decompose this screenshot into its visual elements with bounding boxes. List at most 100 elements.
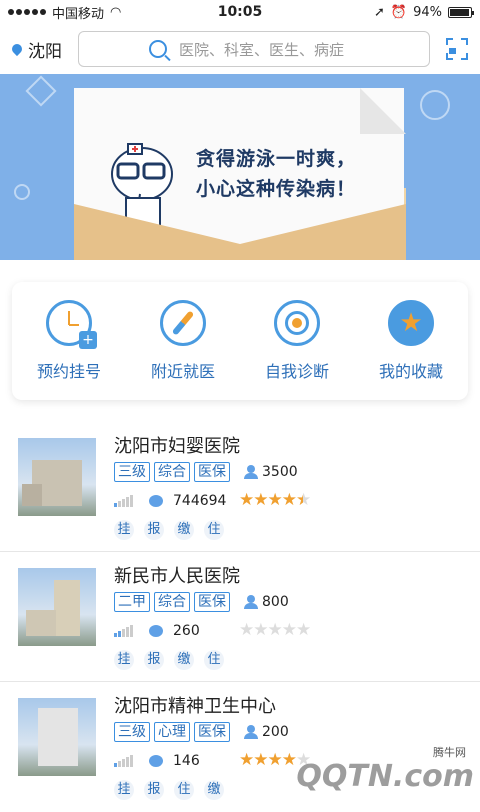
service-badge[interactable]: 挂 <box>114 780 134 800</box>
banner-line-1: 贪得游泳一时爽， <box>196 144 356 174</box>
service-badge[interactable]: 报 <box>144 520 164 540</box>
rating-star-icon: ★ <box>296 492 310 509</box>
rating-star-icon: ★ <box>296 622 310 639</box>
service-badge[interactable]: 住 <box>204 650 224 670</box>
visits-icon <box>149 755 163 767</box>
service-badge[interactable]: 报 <box>144 780 164 800</box>
hospital-tag: 心理 <box>154 722 190 742</box>
quick-item-label: 我的收藏 <box>379 358 443 382</box>
doctor-icon <box>244 595 258 609</box>
battery-percent: 94% <box>413 5 442 20</box>
scan-icon[interactable] <box>446 38 468 60</box>
search-input[interactable]: 医院、科室、医生、病症 <box>78 31 430 67</box>
watermark-sub: 腾牛网 <box>433 744 466 760</box>
visits-icon <box>149 495 163 507</box>
compass-icon <box>160 300 206 346</box>
hospital-tags: 三级 心理 医保 200 <box>114 722 289 742</box>
doctor-count: 3500 <box>244 464 298 480</box>
signal-bars-icon <box>114 755 133 767</box>
city-label: 沈阳 <box>28 37 62 62</box>
signal-bars-icon <box>114 625 133 637</box>
rating-star-icon: ★ <box>239 492 253 509</box>
hospital-stats: 146 ★★★★★ <box>114 752 310 769</box>
hospital-services: 挂 报 缴 住 <box>114 520 224 540</box>
clock-plus-icon: + <box>46 300 92 346</box>
quick-item-appointment[interactable]: + 预约挂号 <box>19 300 119 382</box>
quick-item-label: 附近就医 <box>151 358 215 382</box>
service-badge[interactable]: 缴 <box>174 520 194 540</box>
hospital-name: 沈阳市妇婴医院 <box>114 432 240 458</box>
quick-menu: + 预约挂号 附近就医 自我诊断 ★ 我的收藏 <box>12 282 468 400</box>
hospital-tag: 二甲 <box>114 592 150 612</box>
doctor-count-value: 800 <box>262 594 289 610</box>
doctor-count-value: 3500 <box>262 464 298 480</box>
hospital-tag: 医保 <box>194 722 230 742</box>
hospital-thumbnail <box>18 568 96 646</box>
carrier-label: 中国移动 <box>52 3 104 22</box>
star-icon: ★ <box>388 300 434 346</box>
rating-star-icon: ★ <box>268 752 282 769</box>
search-icon <box>149 40 167 58</box>
rating-star-icon: ★ <box>239 622 253 639</box>
visits-count: 146 <box>173 753 239 769</box>
signal-bars-icon <box>114 495 133 507</box>
rating-star-icon: ★ <box>239 752 253 769</box>
hospital-tag: 医保 <box>194 462 230 482</box>
rating-star-icon: ★ <box>282 752 296 769</box>
rating-star-icon: ★ <box>253 492 267 509</box>
city-selector[interactable]: 沈阳 <box>12 37 78 62</box>
rating-stars: ★★★★★ <box>239 492 310 509</box>
hospital-item[interactable]: 沈阳市妇婴医院 三级 综合 医保 3500 744694 ★★★★★ 挂 报 缴… <box>0 420 480 552</box>
target-icon <box>274 300 320 346</box>
hospital-services: 挂 报 住 缴 <box>114 780 224 800</box>
quick-item-favorites[interactable]: ★ 我的收藏 <box>361 300 461 382</box>
banner-text: 贪得游泳一时爽， 小心这种传染病！ <box>196 144 356 204</box>
rating-stars: ★★★★★ <box>239 622 310 639</box>
quick-item-label: 自我诊断 <box>265 358 329 382</box>
rating-star-icon: ★ <box>253 622 267 639</box>
hospital-tags: 三级 综合 医保 3500 <box>114 462 298 482</box>
search-placeholder: 医院、科室、医生、病症 <box>179 39 344 60</box>
hospital-thumbnail <box>18 698 96 776</box>
wifi-icon: ◠ <box>110 5 121 20</box>
visits-count: 260 <box>173 623 239 639</box>
service-badge[interactable]: 挂 <box>114 650 134 670</box>
location-arrow-icon: ➚ <box>374 5 385 20</box>
hospital-name: 新民市人民医院 <box>114 562 240 588</box>
location-pin-icon <box>10 42 24 56</box>
rating-star-icon: ★ <box>253 752 267 769</box>
service-badge[interactable]: 挂 <box>114 520 134 540</box>
hospital-tags: 二甲 综合 医保 800 <box>114 592 289 612</box>
alarm-icon: ⏰ <box>391 5 407 20</box>
doctor-count: 200 <box>244 724 289 740</box>
battery-icon <box>448 7 472 18</box>
promo-banner[interactable]: 贪得游泳一时爽， 小心这种传染病！ <box>0 74 480 260</box>
hospital-name: 沈阳市精神卫生中心 <box>114 692 276 718</box>
hospital-thumbnail <box>18 438 96 516</box>
doctor-icon <box>244 465 258 479</box>
hospital-tag: 三级 <box>114 462 150 482</box>
signal-dots-icon <box>8 9 46 15</box>
doctor-icon <box>244 725 258 739</box>
doctor-count-value: 200 <box>262 724 289 740</box>
service-badge[interactable]: 住 <box>174 780 194 800</box>
service-badge[interactable]: 缴 <box>174 650 194 670</box>
quick-item-self-diagnosis[interactable]: 自我诊断 <box>247 300 347 382</box>
service-badge[interactable]: 报 <box>144 650 164 670</box>
hospital-item[interactable]: 新民市人民医院 二甲 综合 医保 800 260 ★★★★★ 挂 报 缴 住 <box>0 550 480 682</box>
watermark-logo: QQTN.com <box>296 759 474 794</box>
service-badge[interactable]: 住 <box>204 520 224 540</box>
hospital-stats: 260 ★★★★★ <box>114 622 310 639</box>
service-badge[interactable]: 缴 <box>204 780 224 800</box>
rating-star-icon: ★ <box>268 622 282 639</box>
rating-star-icon: ★ <box>282 622 296 639</box>
rating-star-icon: ★ <box>268 492 282 509</box>
quick-item-nearby[interactable]: 附近就医 <box>133 300 233 382</box>
hospital-tag: 三级 <box>114 722 150 742</box>
hospital-tag: 综合 <box>154 592 190 612</box>
quick-item-label: 预约挂号 <box>37 358 101 382</box>
hospital-services: 挂 报 缴 住 <box>114 650 224 670</box>
doctor-count: 800 <box>244 594 289 610</box>
hospital-tag: 综合 <box>154 462 190 482</box>
status-bar: 中国移动 ◠ 10:05 ➚ ⏰ 94% <box>0 0 480 24</box>
